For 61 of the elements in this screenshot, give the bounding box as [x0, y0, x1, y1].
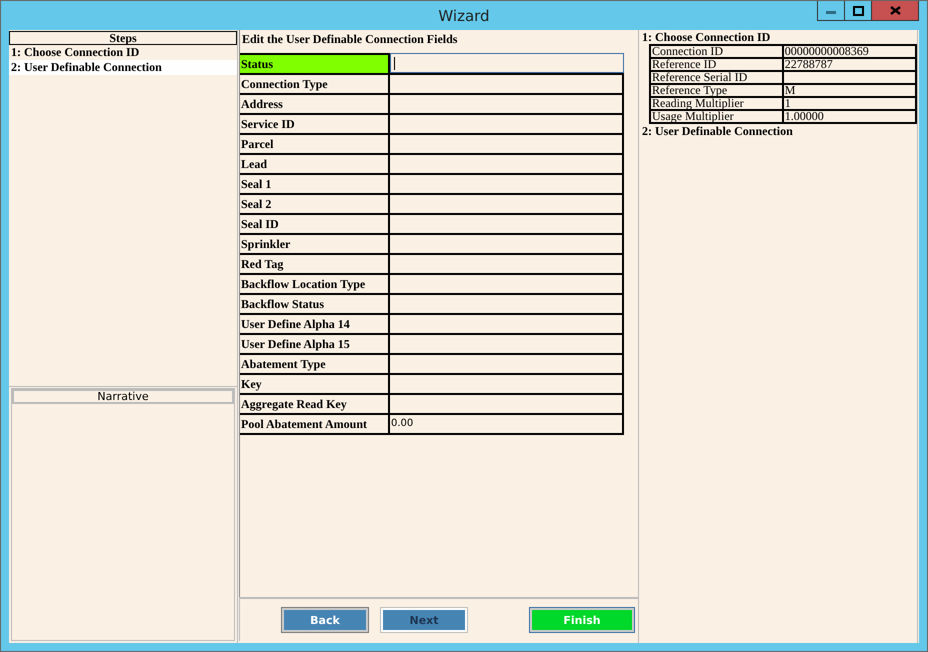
field-input[interactable]	[390, 113, 624, 133]
field-label: Parcel	[240, 133, 390, 153]
field-input[interactable]	[390, 293, 624, 313]
table-cell: Connection ID	[650, 45, 783, 58]
field-input[interactable]	[390, 73, 624, 93]
close-icon	[890, 6, 900, 15]
field-input[interactable]	[390, 353, 624, 373]
form-heading: Edit the User Definable Connection Fields	[241, 31, 458, 48]
field-input[interactable]	[390, 393, 624, 413]
table-cell: 1.00000	[782, 110, 916, 123]
step-item[interactable]: 2: User Definable Connection	[9, 60, 237, 75]
table-cell: Reference ID	[650, 58, 783, 71]
field-label: Sprinkler	[240, 233, 390, 253]
field-input[interactable]	[390, 213, 624, 233]
field-label: Pool Abatement Amount	[240, 413, 390, 435]
field-input[interactable]	[390, 313, 624, 333]
field-input[interactable]	[390, 173, 624, 193]
field-label: Connection Type	[240, 73, 390, 93]
field-input[interactable]	[390, 233, 624, 253]
table-cell: 00000000008369	[782, 45, 916, 58]
narrative-header: Narrative	[12, 389, 234, 404]
field-label: Seal ID	[240, 213, 390, 233]
close-button[interactable]	[871, 1, 919, 21]
table-cell: 1	[782, 97, 916, 110]
section-title: 2: User Definable Connection	[642, 124, 794, 138]
field-label: Backflow Location Type	[240, 273, 390, 293]
field-label: Lead	[240, 153, 390, 173]
minimize-button[interactable]	[817, 1, 845, 21]
field-label: Seal 2	[240, 193, 390, 213]
table-cell: Reading Multiplier	[650, 97, 783, 110]
field-input[interactable]	[390, 193, 624, 213]
field-label: Service ID	[240, 113, 390, 133]
field-input[interactable]	[390, 273, 624, 293]
field-label: Abatement Type	[240, 353, 390, 373]
table-cell: M	[782, 84, 916, 97]
table-cell: Reference Type	[650, 84, 783, 97]
field-label: Status	[240, 53, 390, 73]
field-label: Red Tag	[240, 253, 390, 273]
section-title: 1: Choose Connection ID	[642, 30, 772, 44]
field-input[interactable]	[390, 133, 624, 153]
table-cell: Usage Multiplier	[650, 110, 783, 123]
steps-header: Steps	[9, 31, 237, 45]
field-input[interactable]	[390, 253, 624, 273]
field-label: Seal 1	[240, 173, 390, 193]
field-label: Address	[240, 93, 390, 113]
field-label: User Define Alpha 14	[240, 313, 390, 333]
table-cell: 22788787	[782, 58, 916, 71]
window-title: Wizard	[438, 7, 490, 25]
table-cell: Reference Serial ID	[650, 71, 783, 84]
field-input[interactable]	[390, 153, 624, 173]
field-label: Backflow Status	[240, 293, 390, 313]
step-item[interactable]: 1: Choose Connection ID	[9, 45, 237, 60]
field-input[interactable]: 0.00	[390, 413, 624, 435]
field-label: Key	[240, 373, 390, 393]
field-input[interactable]	[390, 53, 624, 73]
field-input[interactable]	[390, 93, 624, 113]
field-label: User Define Alpha 15	[240, 333, 390, 353]
field-input[interactable]	[390, 373, 624, 393]
field-input[interactable]	[390, 333, 624, 353]
nav-button[interactable]: Back	[282, 608, 368, 632]
field-label: Aggregate Read Key	[240, 393, 390, 413]
